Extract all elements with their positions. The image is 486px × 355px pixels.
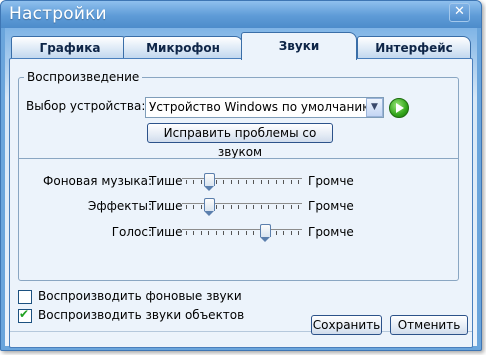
- playback-legend: Воспроизведение: [24, 70, 143, 84]
- slider-tick: [230, 231, 232, 235]
- slider-thumb[interactable]: [204, 173, 216, 191]
- window-body: Графика Микрофон Звуки Интерфейс Воспрои…: [5, 28, 477, 348]
- check-icon: ✔: [19, 307, 30, 321]
- slider-tick: [200, 180, 202, 184]
- slider-tick: [268, 205, 270, 209]
- slider-thumb[interactable]: [259, 224, 271, 242]
- slider-tick: [215, 231, 217, 235]
- slider-tick: [290, 231, 292, 235]
- close-icon: ✕: [454, 4, 465, 19]
- slider-tick: [200, 205, 202, 209]
- tab-microphone[interactable]: Микрофон: [123, 36, 243, 59]
- slider-track: [182, 178, 302, 179]
- window-title: Настройки: [9, 4, 107, 24]
- slider-tick: [275, 205, 277, 209]
- slider-tick: [193, 231, 195, 235]
- slider-tick: [215, 180, 217, 184]
- slider-tick: [298, 205, 300, 209]
- slider-label-music: Фоновая музыка:: [43, 174, 152, 188]
- loud-label: Громче: [308, 174, 354, 188]
- title-bar: Настройки ✕: [1, 1, 481, 28]
- slider-tick: [290, 180, 292, 184]
- slider-tick: [260, 205, 262, 209]
- slider-tick: [223, 231, 225, 235]
- slider-tick: [238, 180, 240, 184]
- slider-tick: [245, 231, 247, 235]
- voice-volume-slider[interactable]: [182, 224, 302, 243]
- effects-volume-slider[interactable]: [182, 198, 302, 217]
- object-sounds-checkbox[interactable]: ✔: [18, 307, 32, 323]
- device-select[interactable]: Устройство Windows по умолчанию ▼: [145, 97, 384, 118]
- slider-tick: [283, 205, 285, 209]
- quiet-label: Тише: [149, 225, 183, 239]
- loud-label: Громче: [308, 199, 354, 213]
- tab-interface[interactable]: Интерфейс: [357, 36, 471, 59]
- quiet-label: Тише: [149, 199, 183, 213]
- slider-tick: [238, 231, 240, 235]
- slider-tick: [275, 231, 277, 235]
- slider-tick: [298, 231, 300, 235]
- slider-tick: [275, 180, 277, 184]
- slider-label-effects: Эффекты:: [87, 199, 152, 213]
- slider-tick: [260, 180, 262, 184]
- background-sounds-label[interactable]: Воспроизводить фоновые звуки: [38, 289, 242, 303]
- slider-tick: [186, 231, 187, 235]
- sounds-panel: Воспроизведение Выбор устройства: Устрой…: [9, 58, 473, 348]
- slider-tick: [290, 205, 292, 209]
- slider-thumb[interactable]: [204, 198, 216, 216]
- slider-track: [182, 203, 302, 204]
- tab-sounds[interactable]: Звуки: [241, 32, 357, 60]
- slider-tick: [283, 180, 285, 184]
- slider-tick: [186, 205, 187, 209]
- slider-tick: [253, 205, 255, 209]
- slider-tick: [253, 180, 255, 184]
- playback-group: Воспроизведение Выбор устройства: Устрой…: [18, 70, 459, 281]
- fix-sound-button[interactable]: Исправить проблемы со звуком: [147, 123, 333, 159]
- slider-tick: [253, 231, 255, 235]
- cancel-button[interactable]: Отменить: [390, 315, 468, 335]
- slider-tick: [298, 180, 300, 184]
- slider-tick: [193, 180, 195, 184]
- slider-tick: [200, 231, 202, 235]
- group-divider: [19, 158, 458, 159]
- play-icon[interactable]: [389, 98, 409, 118]
- slider-track: [182, 229, 302, 230]
- slider-tick: [193, 205, 195, 209]
- settings-window: Настройки ✕ Графика Микрофон Звуки Интер…: [0, 0, 482, 351]
- background-sounds-checkbox[interactable]: [18, 290, 32, 304]
- slider-tick: [208, 231, 210, 235]
- music-volume-slider[interactable]: [182, 173, 302, 192]
- slider-tick: [268, 180, 270, 184]
- close-button[interactable]: ✕: [449, 3, 470, 22]
- loud-label: Громче: [308, 225, 354, 239]
- chevron-down-icon[interactable]: ▼: [366, 98, 383, 117]
- slider-tick: [230, 205, 232, 209]
- slider-tick: [230, 180, 232, 184]
- slider-label-voice: Голос:: [111, 225, 152, 239]
- save-button[interactable]: Сохранить: [311, 315, 382, 335]
- slider-tick: [245, 205, 247, 209]
- quiet-label: Тише: [149, 174, 183, 188]
- slider-tick: [215, 205, 217, 209]
- slider-tick: [223, 180, 225, 184]
- slider-tick: [186, 180, 187, 184]
- tab-graphics[interactable]: Графика: [11, 36, 129, 59]
- slider-tick: [283, 231, 285, 235]
- slider-tick: [238, 205, 240, 209]
- slider-tick: [223, 205, 225, 209]
- slider-tick: [245, 180, 247, 184]
- device-label: Выбор устройства:: [26, 99, 146, 113]
- object-sounds-label[interactable]: Воспроизводить звуки объектов: [38, 308, 244, 322]
- device-select-value: Устройство Windows по умолчанию: [149, 100, 373, 114]
